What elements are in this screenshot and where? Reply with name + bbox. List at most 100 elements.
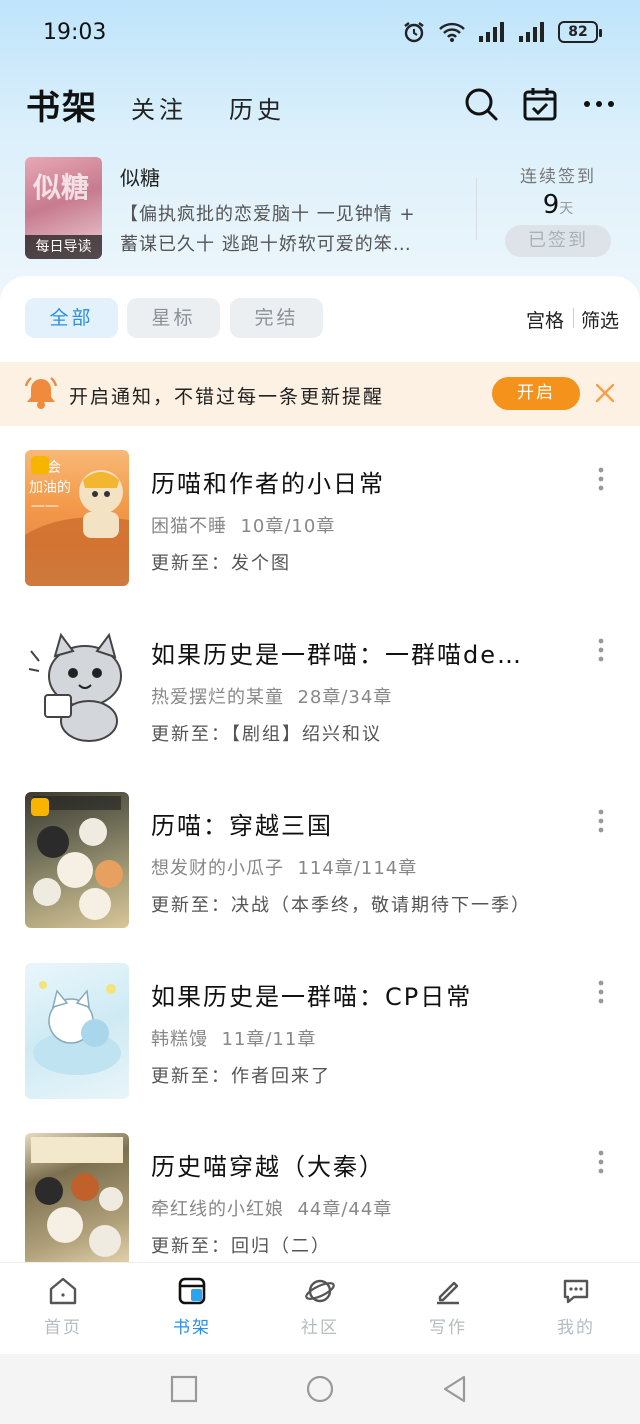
book-meta: 困猫不睡 10章/10章 (151, 512, 335, 538)
daily-reading-card: 似糖 每日导读 似糖 【偏执疯批的恋爱脑十 一见钟情 + 蓄谋已久十 逃跑十娇软… (0, 150, 640, 270)
vertical-more-icon[interactable] (590, 808, 612, 834)
nav-write-label: 写作 (429, 1318, 467, 1338)
book-update: 更新至：作者回来了 (151, 1066, 331, 1087)
star-badge-icon (31, 798, 49, 816)
top-header: 书架 关注 历史 (0, 76, 640, 132)
book-chapters: 28章/34章 (297, 687, 393, 708)
filter-chip-finished[interactable]: 完结 (230, 298, 323, 338)
book-item[interactable]: 历喵：穿越三国 想发财的小瓜子 114章/114章 更新至：决战（本季终，敬请期… (0, 792, 640, 942)
bookshelf-panel: 全部 星标 完结 宫格 筛选 开启通知，不错过每一条更新提醒 开启 我会 加油的… (0, 276, 640, 1269)
sign-in-days: 9天 (505, 190, 611, 220)
back-icon[interactable] (440, 1374, 470, 1404)
sign-in-count: 9 (542, 190, 560, 220)
recent-apps-icon[interactable] (169, 1374, 199, 1404)
vertical-more-icon[interactable] (590, 466, 612, 492)
vertical-more-icon[interactable] (590, 1149, 612, 1175)
tab-history[interactable]: 历史 (229, 90, 285, 125)
book-author: 困猫不睡 (151, 516, 227, 537)
calendar-check-icon[interactable] (522, 86, 558, 122)
book-author: 韩糕馒 (151, 1029, 208, 1050)
book-cover[interactable] (25, 621, 129, 757)
nav-community[interactable]: 社区 (275, 1275, 365, 1338)
bell-icon (25, 377, 57, 409)
wifi-icon (439, 22, 465, 42)
book-meta: 韩糕馒 11章/11章 (151, 1025, 316, 1051)
nav-bookshelf[interactable]: 书架 (147, 1275, 237, 1338)
book-item[interactable]: 我会 加油的 —— 历喵和作者的小日常 困猫不睡 10章/10章 更新至：发个图 (0, 450, 640, 600)
home-circle-icon[interactable] (305, 1374, 335, 1404)
planet-icon (305, 1279, 335, 1303)
book-author: 牵红线的小红娘 (151, 1199, 284, 1220)
status-time: 19:03 (43, 20, 107, 45)
signal-icon-2 (519, 22, 544, 42)
book-cover[interactable] (25, 963, 129, 1099)
book-title[interactable]: 历史喵穿越（大秦） (151, 1147, 385, 1182)
signal-icon (479, 22, 504, 42)
reading-cover[interactable]: 似糖 每日导读 (25, 157, 102, 259)
more-icon[interactable] (581, 86, 617, 122)
tab-follow[interactable]: 关注 (131, 90, 187, 125)
sign-in-label: 连续签到 (520, 167, 596, 187)
book-meta: 想发财的小瓜子 114章/114章 (151, 854, 417, 880)
system-navigation-bar (0, 1354, 640, 1424)
book-title[interactable]: 如果历史是一群喵：CP日常 (151, 977, 472, 1012)
book-author: 想发财的小瓜子 (151, 858, 284, 879)
book-item[interactable]: 如果历史是一群喵：一群喵de… 热爱摆烂的某童 28章/34章 更新至：【剧组】… (0, 621, 640, 771)
book-item[interactable]: 如果历史是一群喵：CP日常 韩糕馒 11章/11章 更新至：作者回来了 (0, 963, 640, 1113)
star-badge-icon (31, 456, 49, 474)
filter-row: 全部 星标 完结 宫格 筛选 (0, 298, 640, 340)
book-chapters: 10章/10章 (240, 516, 336, 537)
close-icon[interactable] (594, 382, 616, 404)
filter-button[interactable]: 筛选 (581, 306, 619, 333)
reading-cover-text: 似糖 (33, 171, 90, 204)
divider (476, 178, 477, 240)
book-title[interactable]: 如果历史是一群喵：一群喵de… (151, 635, 523, 670)
chat-bubble-icon (563, 1279, 589, 1304)
cover-illustration (28, 632, 122, 742)
bottom-navigation: 首页 书架 社区 写作 我的 (0, 1262, 640, 1354)
book-cover[interactable] (25, 792, 129, 928)
enable-notification-button[interactable]: 开启 (492, 377, 580, 410)
search-icon[interactable] (463, 86, 499, 122)
vertical-more-icon[interactable] (590, 979, 612, 1005)
svg-text:加油的: 加油的 (29, 480, 71, 496)
divider (573, 308, 574, 328)
nav-home[interactable]: 首页 (18, 1275, 108, 1338)
bookshelf-icon (178, 1277, 206, 1305)
battery-level: 82 (568, 24, 588, 40)
book-title[interactable]: 历喵和作者的小日常 (151, 464, 385, 499)
book-update: 更新至：决战（本季终，敬请期待下一季） (151, 895, 531, 916)
nav-write[interactable]: 写作 (403, 1275, 493, 1338)
book-meta: 热爱摆烂的某童 28章/34章 (151, 683, 392, 709)
book-chapters: 44章/44章 (297, 1199, 393, 1220)
book-update: 更新至：【剧组】绍兴和议 (151, 724, 382, 745)
book-title[interactable]: 历喵：穿越三国 (151, 806, 333, 841)
status-icons: 82 (402, 20, 602, 44)
nav-mine[interactable]: 我的 (531, 1275, 621, 1338)
reading-description[interactable]: 【偏执疯批的恋爱脑十 一见钟情 + 蓄谋已久十 逃跑十娇软可爱的笨… (120, 200, 438, 260)
signed-in-button[interactable]: 已签到 (505, 225, 611, 257)
book-update: 更新至：发个图 (151, 553, 291, 574)
vertical-more-icon[interactable] (590, 637, 612, 663)
grid-view-toggle[interactable]: 宫格 (526, 306, 564, 333)
cover-illustration (33, 981, 121, 1075)
notification-text: 开启通知，不错过每一条更新提醒 (69, 386, 385, 408)
reading-title[interactable]: 似糖 (120, 162, 160, 191)
home-icon (49, 1277, 77, 1305)
book-cover[interactable] (25, 1133, 129, 1269)
filter-chip-all[interactable]: 全部 (25, 298, 118, 338)
book-update: 更新至：回归（二） (151, 1236, 331, 1257)
book-item[interactable]: 历史喵穿越（大秦） 牵红线的小红娘 44章/44章 更新至：回归（二） (0, 1133, 640, 1283)
daily-guide-tag: 每日导读 (25, 235, 102, 259)
pen-icon (437, 1281, 459, 1305)
nav-bookshelf-label: 书架 (173, 1318, 211, 1338)
notification-banner: 开启通知，不错过每一条更新提醒 开启 (0, 362, 640, 426)
status-bar: 19:03 82 (0, 0, 640, 66)
tab-bookshelf[interactable]: 书架 (26, 80, 98, 129)
svg-text:——: —— (31, 498, 59, 514)
nav-home-label: 首页 (44, 1318, 82, 1338)
filter-chip-starred[interactable]: 星标 (127, 298, 220, 338)
alarm-icon (404, 22, 424, 43)
book-cover[interactable]: 我会 加油的 —— (25, 450, 129, 586)
nav-community-label: 社区 (301, 1318, 339, 1338)
